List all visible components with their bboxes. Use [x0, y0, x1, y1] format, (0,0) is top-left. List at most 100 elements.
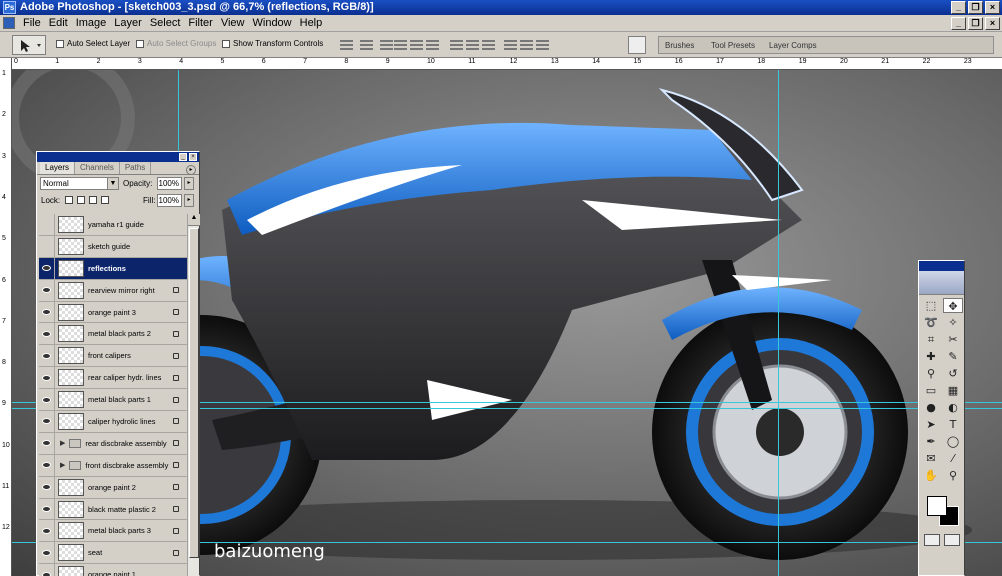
- visibility-toggle[interactable]: [39, 454, 55, 476]
- distribute-right-icon[interactable]: [536, 38, 549, 50]
- photoshop-app-icon[interactable]: Ps: [3, 1, 16, 14]
- file-browser-icon[interactable]: [628, 36, 646, 54]
- align-hcenter-icon[interactable]: [410, 38, 423, 50]
- fill-input[interactable]: 100%: [157, 194, 182, 207]
- opacity-slider-button[interactable]: ▸: [184, 177, 194, 190]
- layer-row[interactable]: orange paint 3: [39, 301, 187, 324]
- crop-tool-icon[interactable]: ⌗: [921, 332, 941, 347]
- eyedropper-tool-icon[interactable]: ⁄: [943, 451, 963, 466]
- palette-close-icon[interactable]: ×: [189, 153, 197, 161]
- expand-triangle-icon[interactable]: ▶: [60, 439, 65, 447]
- layer-comps-tab[interactable]: Layer Comps: [769, 41, 817, 50]
- layer-row[interactable]: orange paint 2: [39, 476, 187, 499]
- lock-image-icon[interactable]: [77, 196, 85, 204]
- history-brush-tool-icon[interactable]: ↺: [943, 366, 963, 381]
- visibility-toggle[interactable]: [39, 214, 55, 235]
- gradient-tool-icon[interactable]: ▦: [943, 383, 963, 398]
- visibility-toggle[interactable]: [39, 411, 55, 432]
- doc-restore-icon[interactable]: ❐: [968, 17, 983, 30]
- align-right-icon[interactable]: [426, 38, 439, 50]
- healing-tool-icon[interactable]: ✚: [921, 349, 941, 364]
- move-tool-icon[interactable]: ✥: [943, 298, 963, 313]
- align-left-icon[interactable]: [394, 38, 407, 50]
- scroll-up-icon[interactable]: ▲: [188, 214, 200, 226]
- stamp-tool-icon[interactable]: ⚲: [921, 366, 941, 381]
- layer-row[interactable]: orange paint 1: [39, 564, 187, 576]
- magic-wand-tool-icon[interactable]: ✧: [943, 315, 963, 330]
- brushes-tab[interactable]: Brushes: [665, 41, 694, 50]
- ruler-vertical[interactable]: 1 2 3 4 5 6 7 8 9 10 11 12: [0, 58, 12, 576]
- menu-layer[interactable]: Layer: [110, 17, 146, 29]
- layer-row[interactable]: ▶ rear discbrake assembly: [39, 432, 187, 455]
- path-select-tool-icon[interactable]: ➤: [921, 417, 941, 432]
- lasso-tool-icon[interactable]: ➰: [921, 315, 941, 330]
- visibility-toggle[interactable]: [39, 345, 55, 367]
- menu-view[interactable]: View: [217, 17, 249, 29]
- layer-row[interactable]: seat: [39, 542, 187, 565]
- distribute-vcenter-icon[interactable]: [466, 38, 479, 50]
- layer-row[interactable]: black matte plastic 2: [39, 498, 187, 521]
- layer-row[interactable]: caliper hydrolic lines: [39, 411, 187, 433]
- tool-presets-tab[interactable]: Tool Presets: [711, 41, 755, 50]
- menu-image[interactable]: Image: [72, 17, 111, 29]
- visibility-toggle[interactable]: [39, 432, 55, 454]
- palette-minimize-icon[interactable]: _: [179, 153, 187, 161]
- visibility-toggle[interactable]: [39, 476, 55, 498]
- layer-list-scrollbar[interactable]: ▲: [187, 214, 200, 576]
- slice-tool-icon[interactable]: ✂: [943, 332, 963, 347]
- layer-row[interactable]: metal black parts 2: [39, 323, 187, 346]
- visibility-toggle[interactable]: [39, 323, 55, 345]
- visibility-toggle[interactable]: [39, 389, 55, 411]
- distribute-bottom-icon[interactable]: [482, 38, 495, 50]
- align-top-icon[interactable]: [340, 38, 353, 50]
- show-transform-controls-checkbox[interactable]: [222, 39, 230, 48]
- visibility-toggle[interactable]: [39, 520, 55, 542]
- layer-row[interactable]: reflections: [39, 257, 187, 280]
- blend-mode-select[interactable]: Normal ▼: [40, 177, 119, 190]
- auto-select-layer-checkbox[interactable]: [56, 39, 64, 48]
- visibility-toggle[interactable]: [39, 235, 55, 257]
- foreground-color-swatch[interactable]: [927, 496, 947, 516]
- ruler-horizontal[interactable]: 0123456789101112131415161718192021222324: [12, 58, 1002, 70]
- distribute-top-icon[interactable]: [450, 38, 463, 50]
- minimize-icon[interactable]: _: [951, 1, 966, 14]
- eraser-tool-icon[interactable]: ▭: [921, 383, 941, 398]
- fill-slider-button[interactable]: ▸: [184, 194, 194, 207]
- menu-edit[interactable]: Edit: [45, 17, 72, 29]
- align-bottom-icon[interactable]: [380, 38, 393, 50]
- visibility-toggle[interactable]: [39, 301, 55, 323]
- align-vcenter-icon[interactable]: [360, 38, 373, 50]
- type-tool-icon[interactable]: T: [943, 417, 963, 432]
- toolbox-logo[interactable]: [919, 271, 964, 295]
- layer-row[interactable]: ▶ front discbrake assembly: [39, 454, 187, 477]
- restore-icon[interactable]: ❐: [968, 1, 983, 14]
- visibility-toggle[interactable]: [39, 498, 55, 520]
- layer-row[interactable]: yamaha r1 guide: [39, 214, 187, 236]
- lock-transparency-icon[interactable]: [65, 196, 73, 204]
- expand-triangle-icon[interactable]: ▶: [60, 461, 65, 469]
- distribute-hcenter-icon[interactable]: [520, 38, 533, 50]
- layers-palette-titlebar[interactable]: _ ×: [37, 152, 199, 162]
- standard-mode-icon[interactable]: [924, 534, 940, 546]
- menu-window[interactable]: Window: [249, 17, 296, 29]
- lock-position-icon[interactable]: [89, 196, 97, 204]
- notes-tool-icon[interactable]: ✉: [921, 451, 941, 466]
- quickmask-mode-icon[interactable]: [944, 534, 960, 546]
- doc-close-icon[interactable]: ×: [985, 17, 1000, 30]
- marquee-tool-icon[interactable]: ⬚: [921, 298, 941, 313]
- menu-help[interactable]: Help: [296, 17, 327, 29]
- layer-row[interactable]: rear caliper hydr. lines: [39, 367, 187, 390]
- visibility-toggle[interactable]: [39, 279, 55, 301]
- palette-menu-icon[interactable]: ▸: [186, 165, 196, 175]
- layer-row[interactable]: rearview mirror right: [39, 279, 187, 302]
- visibility-toggle[interactable]: [39, 564, 55, 576]
- visibility-toggle[interactable]: [39, 367, 55, 389]
- doc-minimize-icon[interactable]: _: [951, 17, 966, 30]
- opacity-input[interactable]: 100%: [157, 177, 182, 190]
- lock-all-icon[interactable]: [101, 196, 109, 204]
- show-transform-controls-option[interactable]: Show Transform Controls: [222, 39, 323, 48]
- guide-vertical-2[interactable]: [778, 70, 779, 576]
- menu-file[interactable]: File: [19, 17, 45, 29]
- tool-preset-picker[interactable]: [12, 35, 46, 55]
- close-icon[interactable]: ×: [985, 1, 1000, 14]
